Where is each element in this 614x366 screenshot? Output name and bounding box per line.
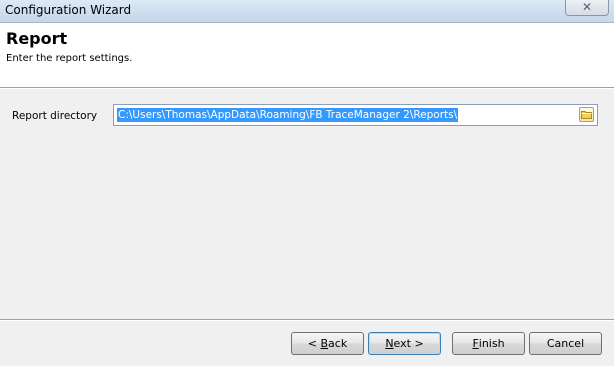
page-title: Report bbox=[6, 29, 68, 48]
next-button-rest: ext > bbox=[393, 337, 424, 350]
back-button-mnemonic: B bbox=[320, 337, 329, 350]
footer-divider-highlight bbox=[0, 320, 614, 321]
report-directory-input[interactable]: C:\Users\Thomas\AppData\Roaming\FB Trace… bbox=[113, 104, 598, 126]
back-button[interactable]: < Back bbox=[291, 332, 364, 355]
back-button-rest: ack bbox=[328, 337, 348, 350]
title-bar: Configuration Wizard ✕ bbox=[0, 0, 614, 22]
next-button[interactable]: Next > bbox=[368, 332, 441, 355]
browse-button[interactable] bbox=[579, 107, 594, 122]
wizard-header: Report Enter the report settings. bbox=[0, 22, 614, 87]
window-title: Configuration Wizard bbox=[5, 3, 132, 17]
report-directory-label: Report directory bbox=[12, 110, 98, 122]
header-divider-highlight bbox=[0, 88, 614, 89]
close-icon: ✕ bbox=[581, 0, 593, 14]
folder-icon bbox=[581, 111, 592, 119]
next-button-mnemonic: N bbox=[385, 337, 394, 350]
page-subtitle: Enter the report settings. bbox=[6, 53, 133, 64]
cancel-button[interactable]: Cancel bbox=[529, 332, 602, 355]
back-button-prefix: < bbox=[307, 337, 321, 350]
finish-button[interactable]: Finish bbox=[452, 332, 525, 355]
finish-button-rest: inish bbox=[478, 337, 505, 350]
close-button[interactable]: ✕ bbox=[565, 0, 609, 16]
report-directory-value[interactable]: C:\Users\Thomas\AppData\Roaming\FB Trace… bbox=[117, 108, 459, 122]
